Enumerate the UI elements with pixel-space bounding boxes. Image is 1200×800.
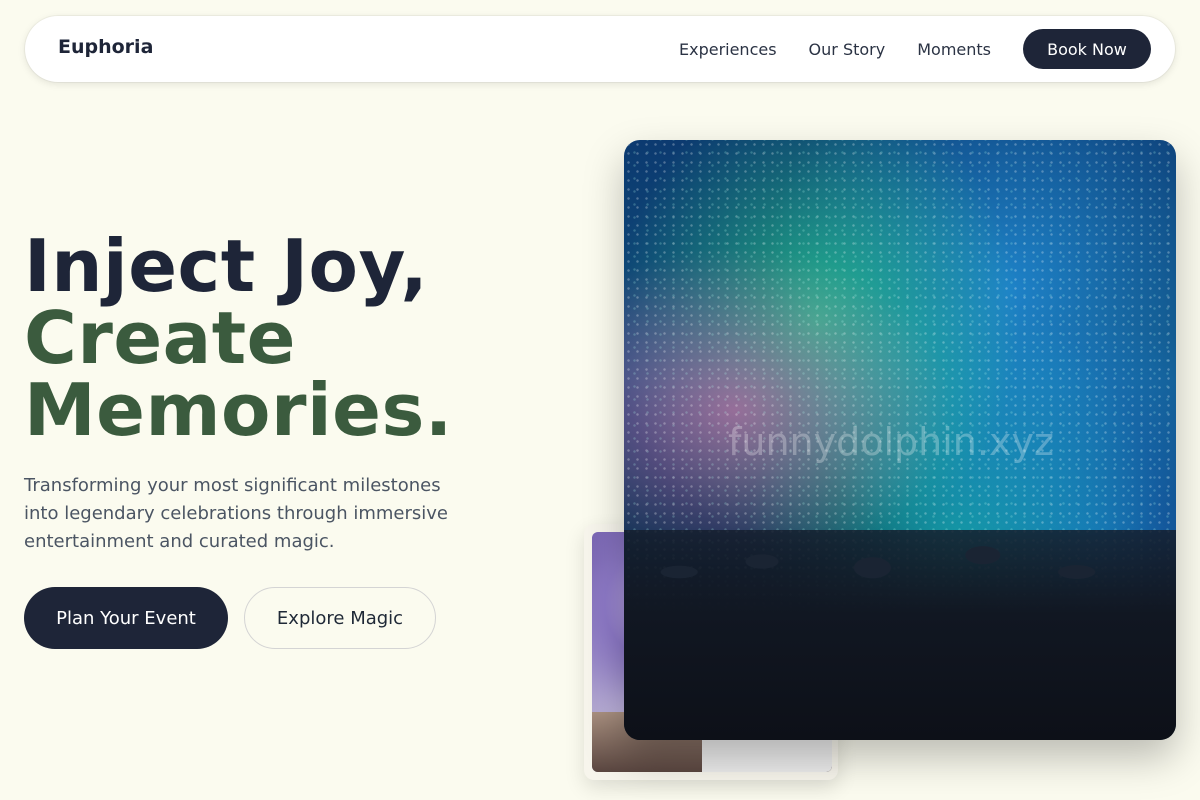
book-now-button[interactable]: Book Now	[1023, 29, 1151, 69]
nav-link-experiences[interactable]: Experiences	[679, 40, 777, 59]
hero-headline: Inject Joy, Create Memories.	[24, 230, 453, 446]
headline-line-1: Inject Joy,	[24, 224, 429, 308]
brand-logo[interactable]: Euphoria	[58, 36, 153, 58]
nav-links: Experiences Our Story Moments Book Now	[679, 16, 1175, 82]
watermark-text: funnydolphin.xyz	[728, 420, 1054, 464]
explore-magic-button[interactable]: Explore Magic	[244, 587, 436, 649]
nav-link-moments[interactable]: Moments	[917, 40, 991, 59]
headline-line-3: Memories.	[24, 368, 453, 452]
plan-event-button[interactable]: Plan Your Event	[24, 587, 228, 649]
nav-link-our-story[interactable]: Our Story	[809, 40, 886, 59]
hero-subtitle: Transforming your most significant miles…	[24, 475, 448, 552]
navbar: Euphoria Experiences Our Story Moments B…	[25, 16, 1175, 82]
headline-line-2: Create	[24, 296, 297, 380]
